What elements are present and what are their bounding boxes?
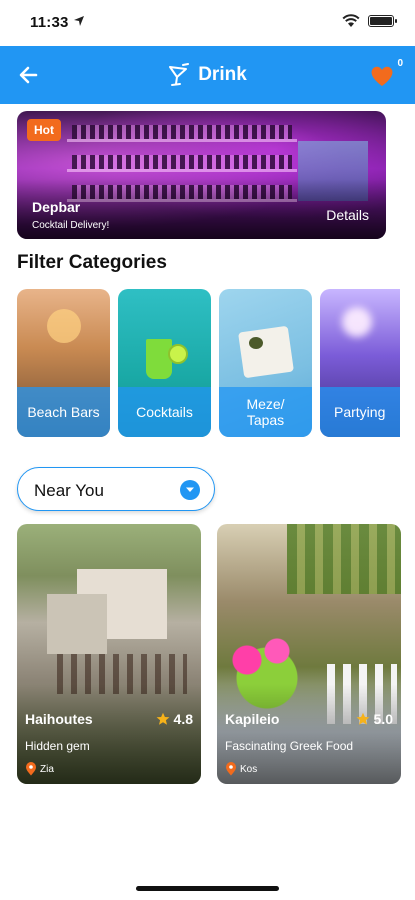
place-image [287, 524, 401, 594]
hero-image-shelf [67, 139, 297, 142]
category-partying[interactable]: Partying [320, 289, 400, 437]
favorites-button[interactable]: 0 [367, 58, 403, 92]
app-title-group: Drink [0, 46, 415, 104]
hero-image-bottles [72, 155, 292, 169]
star-icon [356, 712, 369, 725]
place-card[interactable]: Kapileio 5.0 Fascinating Greek Food Kos [217, 524, 401, 784]
category-image [168, 344, 188, 364]
hero-image-bottles [72, 125, 292, 139]
place-location-name: Kos [240, 763, 258, 775]
category-image [249, 337, 263, 349]
home-indicator[interactable] [136, 886, 279, 891]
app-bar: Drink 0 [0, 46, 415, 104]
hero-image-shelf [67, 169, 297, 172]
location-arrow-icon [74, 16, 84, 26]
category-image [238, 325, 294, 379]
battery-icon [368, 15, 397, 27]
location-pin-icon [26, 762, 36, 776]
place-location: Kos [225, 762, 257, 776]
category-label: Cocktails [136, 404, 193, 420]
wifi-icon [342, 14, 360, 27]
hot-badge: Hot [27, 119, 61, 141]
place-description: Hidden gem [25, 739, 90, 753]
place-location: Zia [25, 762, 54, 776]
favorites-count: 0 [397, 58, 403, 69]
filter-categories-title: Filter Categories [17, 252, 167, 273]
place-card[interactable]: Haihoutes 4.8 Hidden gem Zia [17, 524, 201, 784]
place-description: Fascinating Greek Food [225, 739, 354, 753]
featured-bar-name: Depbar [32, 199, 81, 215]
place-rating: 5.0 [356, 711, 393, 727]
place-rating-value: 4.8 [173, 711, 193, 727]
heart-icon [371, 66, 393, 86]
category-beach-bars[interactable]: Beach Bars [17, 289, 110, 437]
place-name: Kapileio [225, 711, 280, 727]
place-location-name: Zia [40, 763, 54, 775]
place-image [47, 594, 107, 654]
category-image [342, 307, 372, 337]
star-icon [156, 712, 169, 725]
category-meze-tapas[interactable]: Meze/ Tapas [219, 289, 312, 437]
category-cocktails[interactable]: Cocktails [118, 289, 211, 437]
place-rating: 4.8 [156, 711, 193, 727]
category-label: Partying [334, 404, 386, 420]
chevron-down-icon [180, 480, 200, 500]
featured-bar-subtitle: Cocktail Delivery! [32, 220, 110, 231]
category-image [47, 309, 81, 343]
status-bar: 11:33 [0, 0, 415, 46]
place-rating-value: 5.0 [373, 711, 393, 727]
featured-bar-card[interactable]: Hot Depbar Cocktail Delivery! Details [17, 111, 386, 239]
category-label: Beach Bars [27, 404, 100, 420]
category-label: Meze/ Tapas [246, 396, 285, 428]
category-image [146, 339, 172, 379]
details-link[interactable]: Details [326, 207, 369, 223]
location-pin-icon [226, 762, 236, 776]
status-time: 11:33 [30, 14, 69, 31]
cocktail-icon [169, 63, 190, 86]
location-filter-dropdown[interactable]: Near You [17, 467, 215, 511]
location-filter-value: Near You [34, 481, 104, 500]
page-title: Drink [198, 64, 247, 85]
place-name: Haihoutes [25, 711, 93, 727]
